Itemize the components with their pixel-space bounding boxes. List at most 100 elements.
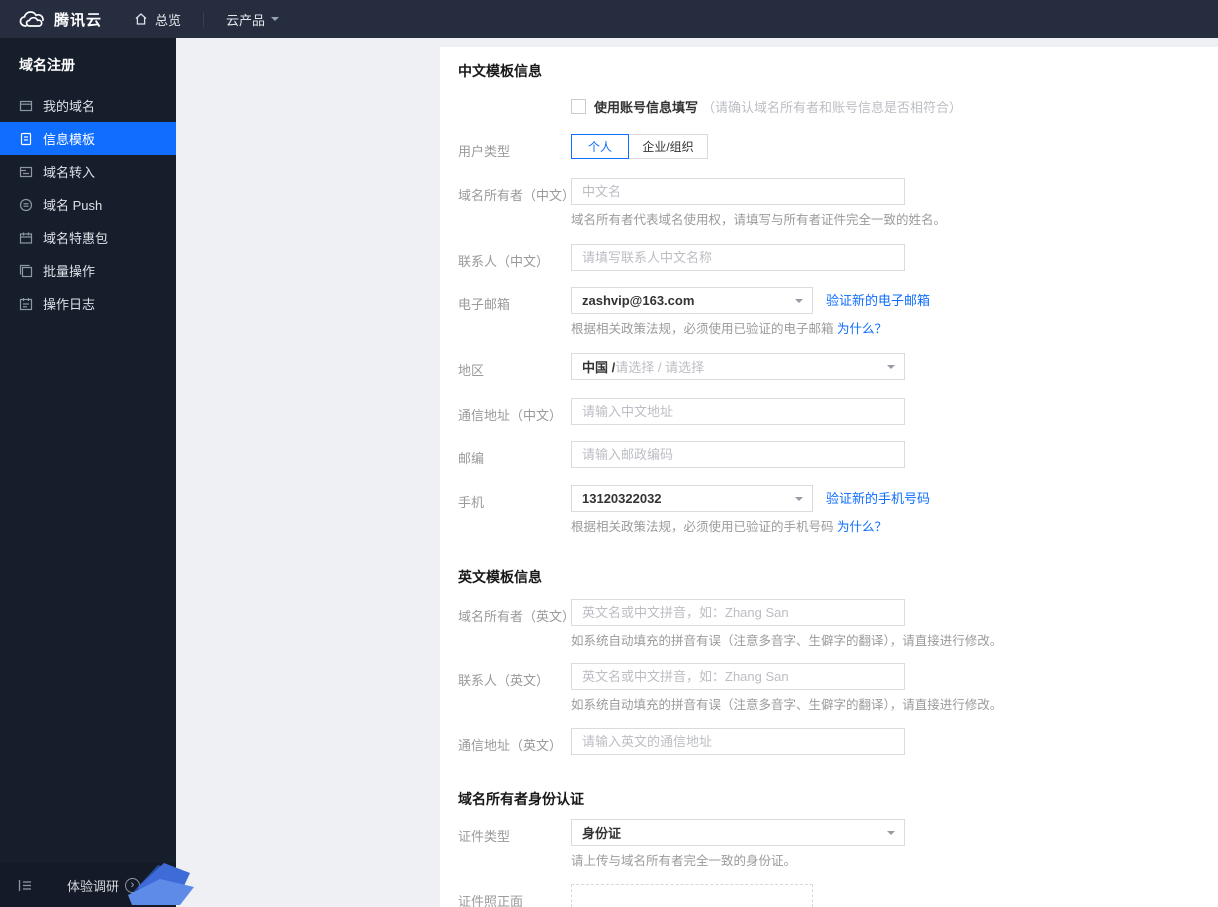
postcode-label: 邮编 [458,451,485,466]
info-template-icon [19,132,33,146]
my-domains-icon [19,99,33,113]
sidebar-item-label: 信息模板 [43,132,96,147]
owner-en-note: 如系统自动填充的拼音有误（注意多音字、生僻字的翻译），请直接进行修改。 [571,634,1003,648]
user-type-segmented: 个人 企业/组织 [571,134,1218,159]
verify-new-phone-link[interactable]: 验证新的手机号码 [826,485,930,512]
domain-deal-package-icon [19,231,33,245]
contact-cn-label: 联系人（中文） [458,254,550,269]
home-icon [134,12,148,26]
owner-cn-row: 域名所有者（中文） 域名所有者代表域名使用权，请填写与所有者证件完全一致的姓名。 [458,178,1218,228]
contact-cn-row: 联系人（中文） [458,244,1218,271]
chevron-down-icon [271,17,280,25]
sidebar-item-domain-push[interactable]: 域名 Push [0,188,176,221]
topbar: 腾讯云 总览 云产品 [0,0,1218,38]
owner-en-label: 域名所有者（英文） [458,609,576,624]
region-row: 地区 中国 / 请选择 / 请选择 [458,353,1218,380]
address-en-input[interactable] [571,728,905,755]
contact-cn-input[interactable] [571,244,905,271]
sidebar-item-batch-operation[interactable]: 批量操作 [0,254,176,287]
contact-en-label: 联系人（英文） [458,673,550,688]
owner-en-row: 域名所有者（英文） 如系统自动填充的拼音有误（注意多音字、生僻字的翻译），请直接… [458,599,1218,649]
address-en-row: 通信地址（英文） [458,728,1218,755]
sidebar-item-label: 域名 Push [43,198,103,213]
domain-push-icon [19,198,33,212]
phone-label: 手机 [458,495,485,510]
owner-cn-label: 域名所有者（中文） [458,188,576,203]
nav-cloud-products[interactable]: 云产品 [226,10,280,29]
section-title-cn-template: 中文模板信息 [458,63,542,79]
address-cn-row: 通信地址（中文） [458,398,1218,425]
phone-select[interactable]: 13120322032 [571,485,813,512]
email-note: 根据相关政策法规，必须使用已验证的电子邮箱 为什么？ [571,322,888,336]
sidebar-item-operation-log[interactable]: 操作日志 [0,287,176,320]
user-type-personal-button[interactable]: 个人 [571,134,629,159]
sidebar-item-info-template[interactable]: 信息模板 [0,122,176,155]
cert-front-label: 证件照正面 [458,894,524,907]
cert-type-select-value: 身份证 [582,826,622,841]
sidebar-item-label: 域名转入 [43,165,96,180]
nav-overview-label: 总览 [155,12,182,28]
contact-en-input[interactable] [571,663,905,690]
use-account-info-hint: （请确认域名所有者和账号信息是否相符合） [702,100,963,115]
sidebar-item-domain-deal-package[interactable]: 域名特惠包 [0,221,176,254]
operation-log-icon [19,297,33,311]
tencent-cloud-logo[interactable]: 腾讯云 [19,9,102,30]
verify-new-email-link[interactable]: 验证新的电子邮箱 [826,287,930,314]
survey-label: 体验调研 [67,878,120,894]
cert-type-label: 证件类型 [458,829,511,844]
use-account-info-label[interactable]: 使用账号信息填写 [594,97,698,116]
owner-cn-note: 域名所有者代表域名使用权，请填写与所有者证件完全一致的姓名。 [571,213,947,227]
address-cn-label: 通信地址（中文） [458,408,563,423]
contact-en-note: 如系统自动填充的拼音有误（注意多音字、生僻字的翻译），请直接进行修改。 [571,698,1003,712]
chevron-down-icon [795,497,803,505]
use-account-info-row: 使用账号信息填写 （请确认域名所有者和账号信息是否相符合） [571,97,1218,116]
cloud-logo-icon [19,11,44,27]
main-area: 中文模板信息 使用账号信息填写 （请确认域名所有者和账号信息是否相符合） 用户类… [176,38,1218,907]
cert-type-select[interactable]: 身份证 [571,819,905,846]
sidebar-item-label: 批量操作 [43,264,96,279]
email-label: 电子邮箱 [458,297,511,312]
section-title-identity: 域名所有者身份认证 [458,791,584,807]
sidebar-item-my-domains[interactable]: 我的域名 [0,89,176,122]
phone-select-value: 13120322032 [582,491,662,506]
use-account-info-checkbox[interactable] [571,99,586,114]
email-row: 电子邮箱 zashvip@163.com 验证新的电子邮箱 根据相关政策法规，必… [458,287,1218,337]
section-title-en-template: 英文模板信息 [458,569,542,585]
brand-name: 腾讯云 [54,11,103,29]
address-cn-input[interactable] [571,398,905,425]
form-card: 中文模板信息 使用账号信息填写 （请确认域名所有者和账号信息是否相符合） 用户类… [440,47,1218,907]
domain-transfer-in-icon [19,165,33,179]
postcode-input[interactable] [571,441,905,468]
batch-operation-icon [19,264,33,278]
sidebar-item-label: 操作日志 [43,297,96,312]
email-select-value: zashvip@163.com [582,293,695,308]
region-select-value: 中国 / [582,360,616,375]
sidebar-footer: 体验调研 › [0,863,194,907]
user-type-org-button[interactable]: 企业/组织 [628,134,708,159]
sidebar-item-label: 我的域名 [43,99,96,114]
region-select[interactable]: 中国 / 请选择 / 请选择 [571,353,905,380]
cert-front-upload-area[interactable] [571,884,813,907]
sidebar-item-domain-transfer-in[interactable]: 域名转入 [0,155,176,188]
contact-en-row: 联系人（英文） 如系统自动填充的拼音有误（注意多音字、生僻字的翻译），请直接进行… [458,663,1218,713]
owner-en-input[interactable] [571,599,905,626]
survey-folder-graphic [118,857,198,907]
phone-note: 根据相关政策法规，必须使用已验证的手机号码 为什么？ [571,520,888,534]
phone-why-link[interactable]: 为什么？ [837,520,887,534]
owner-cn-input[interactable] [571,178,905,205]
sidebar: 域名注册 我的域名 信息模板 域名转入 域名 Push 域名特惠包 批量操作 操… [0,38,194,907]
user-type-row: 用户类型 个人 企业/组织 [458,134,1218,160]
sidebar-item-label: 域名特惠包 [43,231,109,246]
topbar-divider [203,11,205,27]
collapse-sidebar-icon[interactable] [18,879,33,892]
postcode-row: 邮编 [458,441,1218,468]
cert-type-note: 请上传与域名所有者完全一致的身份证。 [571,854,797,868]
region-select-placeholder: 请选择 / 请选择 [615,360,705,375]
chevron-down-icon [887,365,895,373]
region-label: 地区 [458,363,485,378]
email-why-link[interactable]: 为什么？ [837,322,887,336]
phone-row: 手机 13120322032 验证新的手机号码 根据相关政策法规，必须使用已验证… [458,485,1218,535]
email-select[interactable]: zashvip@163.com [571,287,813,314]
nav-overview[interactable]: 总览 [134,10,181,29]
sidebar-title: 域名注册 [19,57,75,73]
